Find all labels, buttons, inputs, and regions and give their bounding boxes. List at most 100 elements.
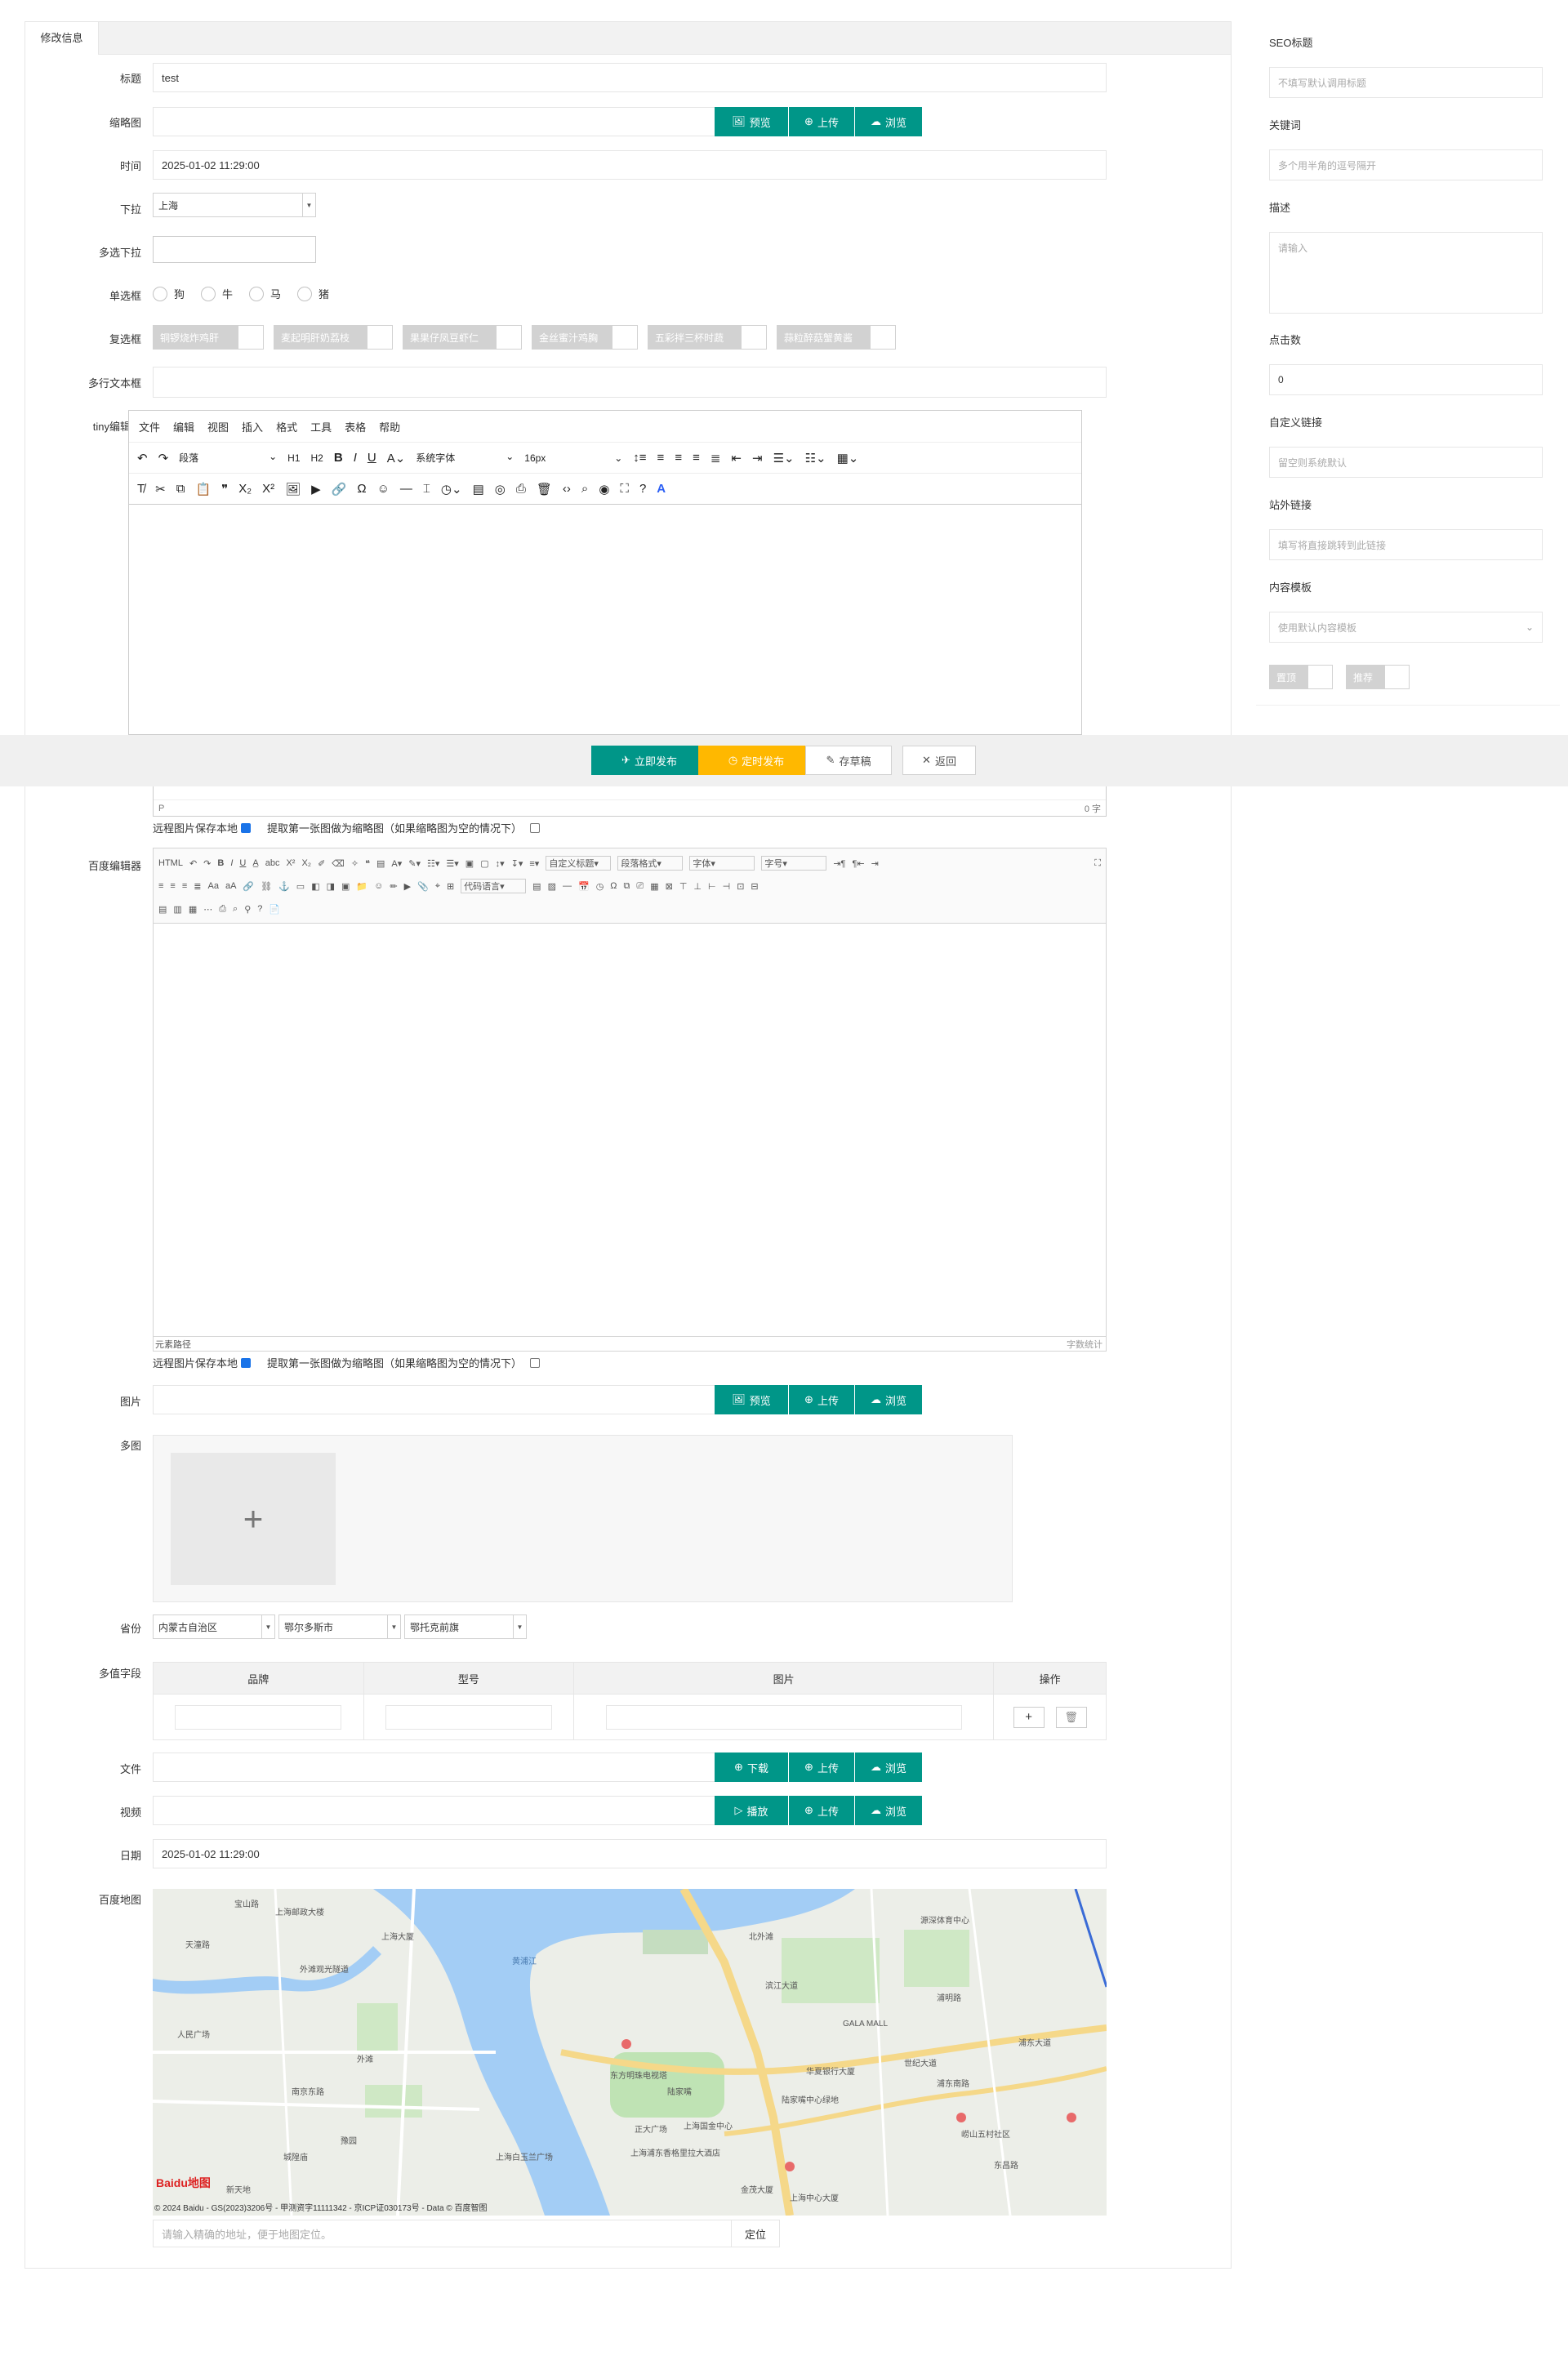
thumb-upload-button[interactable]: ⊕ 上传	[789, 107, 854, 136]
insert-frame-icon[interactable]: ⊞	[447, 881, 454, 892]
horizontal-icon[interactable]: —	[563, 881, 572, 891]
auto-type-icon[interactable]: ✧	[351, 858, 359, 869]
image-browse-button[interactable]: ☁ 浏览	[855, 1385, 922, 1414]
to-lower-icon[interactable]: aA	[225, 881, 236, 891]
attachment-icon[interactable]: 📎	[417, 881, 429, 892]
video-upload-button[interactable]: ⊕ 上传	[789, 1796, 854, 1825]
quote-icon[interactable]: ❞	[221, 482, 228, 497]
baidu-content-area[interactable]	[154, 924, 1106, 1336]
delete-row-icon[interactable]: ⊥	[693, 881, 702, 892]
tiny-menu-help[interactable]: 帮助	[379, 419, 400, 434]
tiny-menu-edit[interactable]: 编辑	[173, 419, 194, 434]
redo-icon[interactable]: ↷	[203, 858, 211, 869]
radio-pig[interactable]: 猪	[297, 286, 329, 301]
wordimage-icon[interactable]: ⧉	[624, 881, 630, 892]
video-browse-button[interactable]: ☁ 浏览	[855, 1796, 922, 1825]
fullscreen-icon[interactable]: ⛶	[1094, 858, 1101, 869]
preview-icon[interactable]: ⌕	[233, 904, 238, 915]
superscript-icon[interactable]: X²	[286, 858, 295, 868]
search-icon[interactable]: ⌕	[581, 482, 588, 496]
thumb-preview-button[interactable]: 🖼 预览	[715, 107, 788, 136]
image-preview-button[interactable]: 🖼 预览	[715, 1385, 788, 1414]
delete-col-icon[interactable]: ⊣	[723, 881, 731, 892]
brand-input[interactable]	[175, 1704, 342, 1730]
number-list-icon[interactable]: ☷⌄	[805, 451, 826, 465]
row-spacing-icon[interactable]: ↕▾	[496, 858, 505, 869]
redo-icon[interactable]: ↷	[158, 451, 169, 465]
checkbox-5[interactable]: 五彩拌三杯时蔬	[648, 325, 767, 350]
title-input[interactable]: test	[153, 63, 1107, 92]
align-justify-icon[interactable]: ≣	[710, 451, 721, 465]
tiny-first-thumb-checkbox[interactable]	[530, 822, 541, 833]
tiny-menu-insert[interactable]: 插入	[242, 419, 263, 434]
clear-icon[interactable]: ⌫	[332, 858, 345, 869]
map-icon[interactable]: ⌖	[435, 881, 440, 892]
file-input[interactable]	[153, 1753, 716, 1782]
merge-cells-icon[interactable]: ⊡	[737, 881, 744, 892]
tiny-menu-view[interactable]: 视图	[207, 419, 229, 434]
time-input[interactable]: 2025-01-02 11:29:00	[153, 150, 1107, 180]
clear-format-icon[interactable]: T̸	[137, 482, 145, 496]
line-height-icon[interactable]: ≡▾	[529, 858, 539, 869]
unlink-icon[interactable]: ⛓	[261, 881, 272, 892]
draft-button[interactable]: ✎ 存草稿	[805, 746, 892, 775]
add-row-button[interactable]: +	[1013, 1706, 1045, 1728]
image-none-icon[interactable]: ▭	[296, 881, 305, 892]
table-icon[interactable]: ▦⌄	[837, 451, 859, 465]
checkbox-4[interactable]: 金丝蜜汁鸡胸	[532, 325, 638, 350]
custom-link-input[interactable]: 留空则系统默认	[1269, 447, 1543, 478]
to-upper-icon[interactable]: Aa	[207, 881, 218, 891]
tiny-content-area[interactable]	[129, 504, 1081, 736]
page-break-icon[interactable]: ⋯	[203, 904, 212, 915]
date-input[interactable]: 2025-01-02 11:29:00	[153, 1839, 1107, 1868]
paste-icon[interactable]: 📋	[195, 482, 211, 497]
font-select[interactable]: 字体▾	[689, 856, 755, 871]
thumb-browse-button[interactable]: ☁ 浏览	[855, 107, 922, 136]
delete-icon[interactable]: 🗑	[537, 482, 552, 497]
underline-icon[interactable]: U	[368, 451, 376, 465]
align-right-icon[interactable]: ≡	[693, 451, 700, 465]
ai-icon[interactable]: A	[657, 482, 666, 496]
map-address-input[interactable]: 请输入精确的地址，便于地图定位。	[153, 2220, 733, 2247]
description-textarea[interactable]: 请输入	[1269, 232, 1543, 314]
copy-icon[interactable]: ⧉	[176, 482, 185, 496]
image-right-icon[interactable]: ◨	[327, 881, 335, 892]
link-icon[interactable]: 🔗	[332, 482, 347, 497]
baidu-map[interactable]: 上海邮政大楼 天潼路 上海大厦 外滩观光隧道 南京东路 东方明珠电视塔 陆家嘴 …	[153, 1889, 1107, 2216]
order-list-icon[interactable]: ☷▾	[427, 858, 439, 869]
template-select[interactable]: 使用默认内容模板 ⌄	[1269, 612, 1543, 643]
tiny-remote-save-checkbox[interactable]	[241, 822, 252, 833]
tiny-menu-file[interactable]: 文件	[139, 419, 160, 434]
link-icon[interactable]: 🔗	[243, 881, 254, 892]
delete-row-button[interactable]: 🗑	[1055, 1706, 1087, 1728]
external-link-input[interactable]: 填写将直接跳转到此链接	[1269, 529, 1543, 560]
row-spacing-bottom-icon[interactable]: ↧▾	[511, 858, 523, 869]
template-icon[interactable]: ▤	[532, 881, 541, 892]
code-lang-select[interactable]: 代码语言▾	[461, 879, 527, 893]
image-input[interactable]	[153, 1385, 716, 1414]
multi-image-add-button[interactable]: +	[171, 1453, 336, 1585]
help-icon[interactable]: ?	[639, 482, 646, 496]
date-icon[interactable]: 📅	[578, 881, 590, 892]
bullet-list-icon[interactable]: ☰⌄	[773, 451, 795, 465]
video-play-button[interactable]: ▷ 播放	[715, 1796, 788, 1825]
align-left-icon[interactable]: ≡	[657, 451, 665, 465]
multi-select-input[interactable]	[153, 236, 316, 263]
draft-icon[interactable]: 📄	[269, 904, 280, 915]
datetime-icon[interactable]: ◷⌄	[441, 482, 462, 497]
subscript-icon[interactable]: X₂	[301, 858, 311, 868]
subscript-icon[interactable]: X₂	[238, 482, 252, 496]
insert-video-icon[interactable]: ▶	[404, 881, 411, 892]
select-all-icon[interactable]: ▣	[466, 858, 474, 869]
baidu-first-thumb-checkbox[interactable]	[530, 1357, 541, 1368]
tiny-font-select[interactable]: 系统字体 ⌄	[416, 451, 514, 465]
tiny-menu-tools[interactable]: 工具	[310, 419, 332, 434]
radio-dog[interactable]: 狗	[153, 286, 185, 301]
tiny-h2-button[interactable]: H2	[311, 452, 323, 464]
back-button[interactable]: ✕ 返回	[902, 746, 976, 775]
tiny-paragraph-select[interactable]: 段落 ⌄	[179, 451, 277, 465]
bg-color-icon[interactable]: ✎▾	[408, 858, 421, 869]
clicks-input[interactable]: 0	[1269, 364, 1543, 395]
template-icon[interactable]: ▤	[473, 482, 484, 497]
line-height-icon[interactable]: ↕≡	[633, 451, 646, 465]
